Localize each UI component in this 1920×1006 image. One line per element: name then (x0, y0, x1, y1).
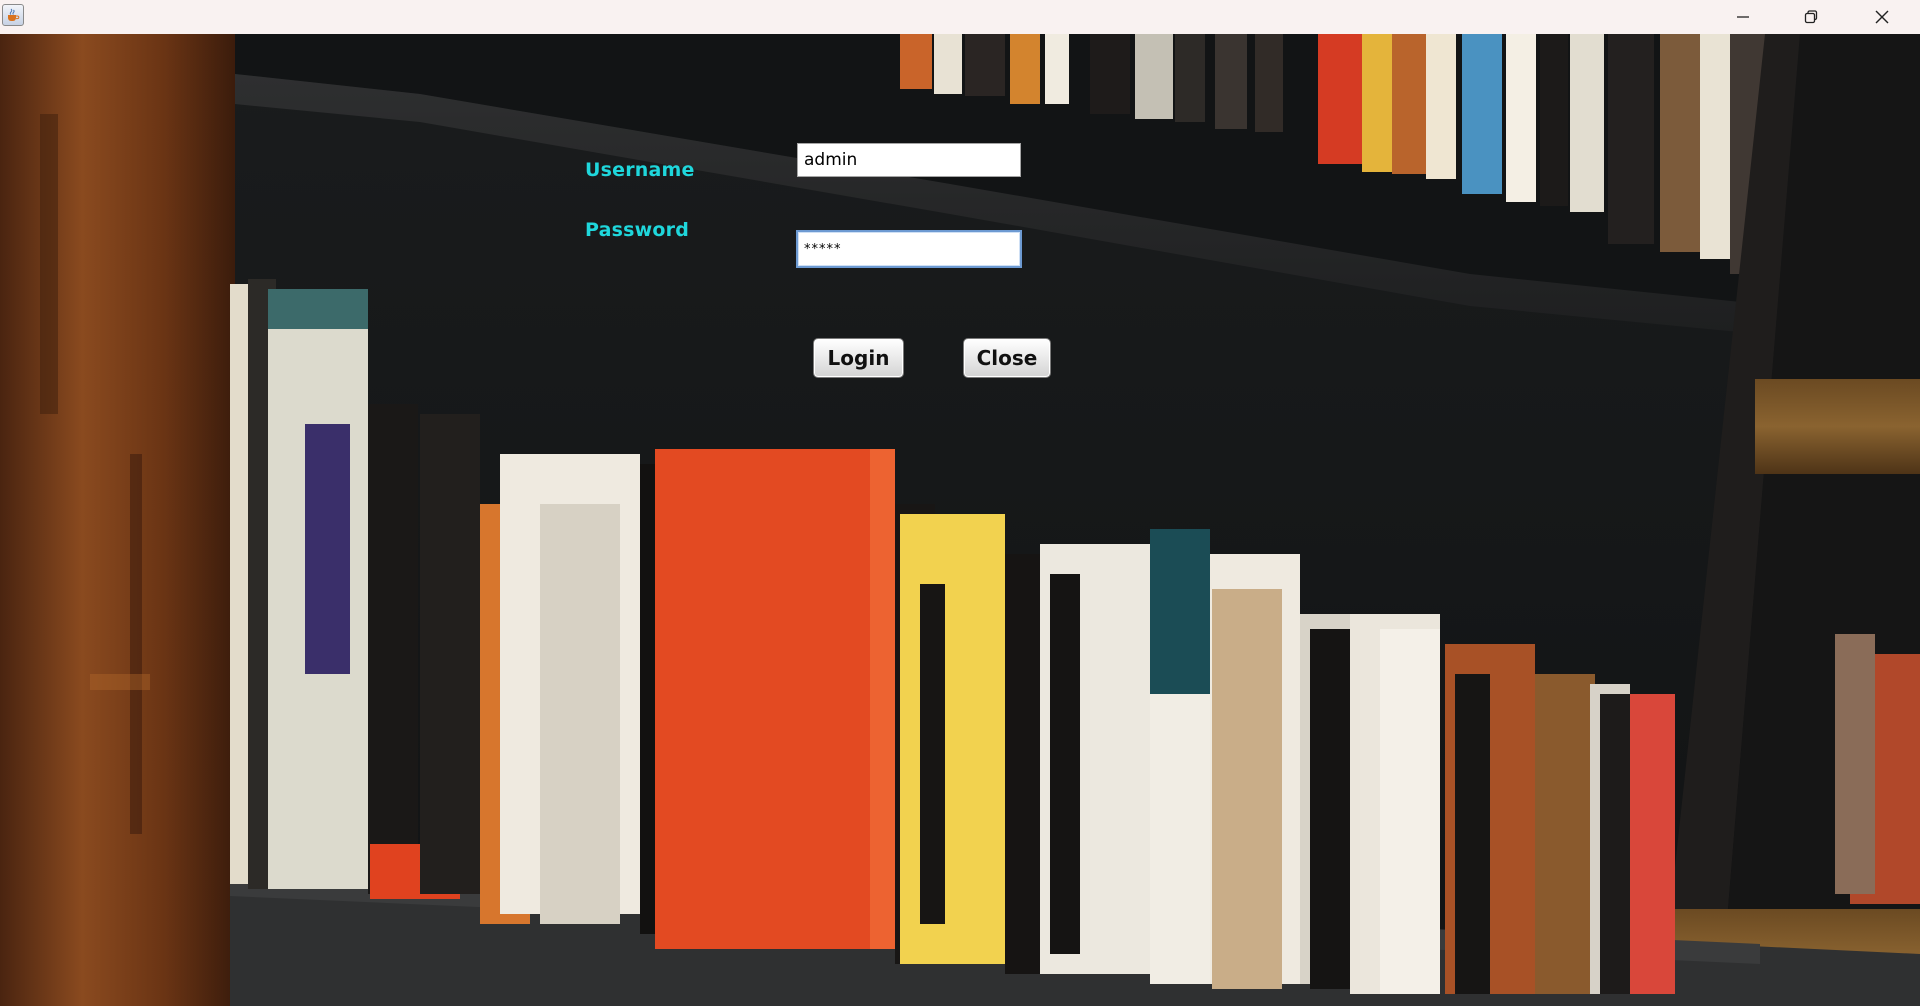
bookshelf-photo (0, 34, 1920, 1006)
password-input[interactable] (796, 230, 1022, 268)
close-button[interactable]: Close (963, 338, 1051, 378)
username-input[interactable] (797, 143, 1021, 177)
java-coffee-cup-icon[interactable] (2, 4, 24, 26)
restore-icon (1804, 10, 1818, 24)
login-button[interactable]: Login (813, 338, 904, 378)
minimize-icon (1737, 16, 1749, 18)
login-window: Username Password Login Close (0, 0, 1920, 1006)
password-label: Password (585, 219, 690, 241)
close-window-button[interactable] (1848, 0, 1916, 34)
restore-button[interactable] (1777, 0, 1845, 34)
close-icon (1875, 10, 1889, 24)
minimize-button[interactable] (1709, 0, 1777, 34)
bookshelf-background (0, 34, 1920, 1006)
username-label: Username (585, 159, 695, 181)
title-bar (0, 0, 1920, 34)
